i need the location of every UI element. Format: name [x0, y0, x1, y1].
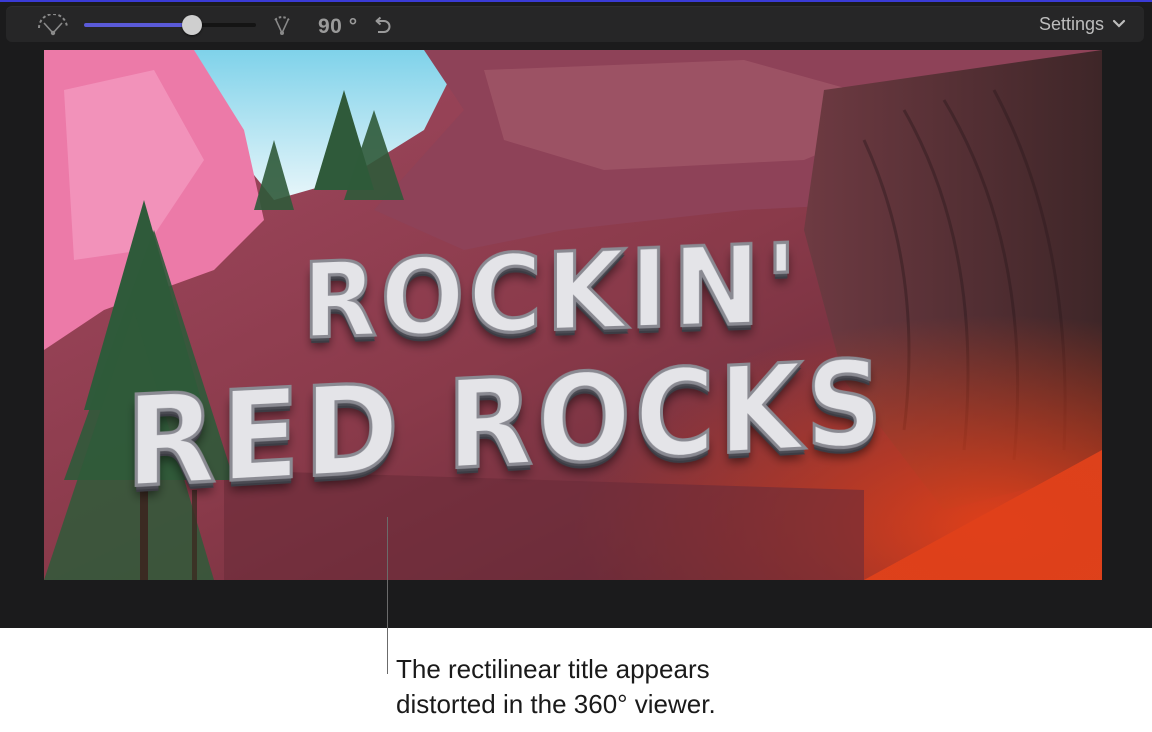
title-line-1: ROCKIN'	[301, 219, 803, 365]
chevron-down-icon	[1112, 19, 1126, 28]
undo-arrow-icon[interactable]	[372, 16, 392, 36]
field-of-view-narrow-icon[interactable]	[270, 14, 294, 36]
viewer-toolbar: 90 ° Settings	[6, 6, 1144, 42]
settings-button[interactable]: Settings	[1039, 12, 1126, 36]
title-overlay: ROCKIN' RED ROCKS	[44, 50, 1102, 580]
field-of-view-slider[interactable]	[80, 15, 256, 35]
callout-line	[387, 517, 388, 674]
360-viewer[interactable]: ROCKIN' RED ROCKS	[44, 50, 1102, 580]
slider-knob[interactable]	[182, 15, 203, 35]
field-of-view-wide-icon[interactable]	[36, 14, 70, 36]
field-of-view-value: 90 °	[318, 15, 358, 38]
slider-fill	[84, 23, 193, 27]
caption: The rectilinear title appears distorted …	[396, 652, 716, 722]
caption-line-2: distorted in the 360° viewer.	[396, 689, 716, 719]
app-window: 90 ° Settings ROCKIN' RED ROCKS	[0, 0, 1152, 628]
settings-label: Settings	[1038, 13, 1104, 34]
caption-line-1: The rectilinear title appears	[396, 654, 710, 684]
title-line-2: RED ROCKS	[124, 334, 888, 517]
